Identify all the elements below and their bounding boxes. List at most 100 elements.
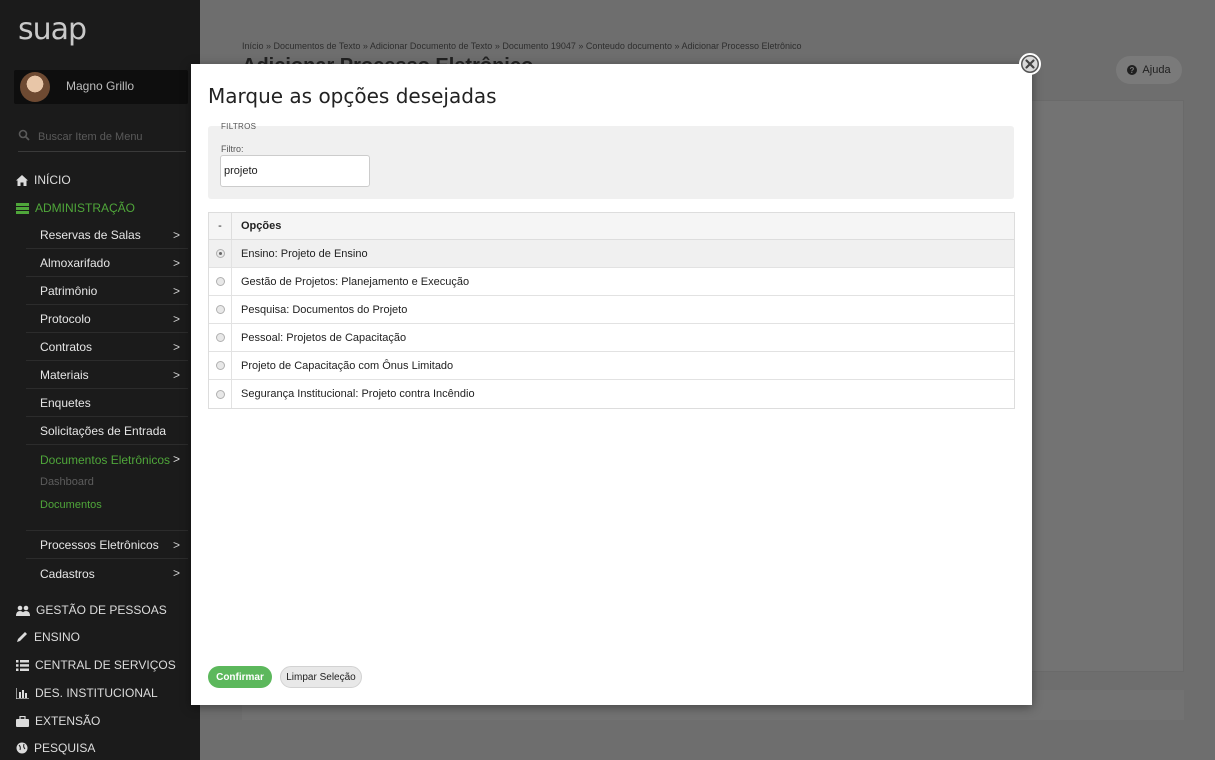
menu-inicio[interactable]: INÍCIO	[16, 170, 71, 190]
menu-search-input[interactable]	[38, 126, 184, 148]
sidebar-item-label: Materiais	[40, 368, 89, 382]
sidebar-item-patrimonio[interactable]: Patrimônio >	[26, 278, 188, 305]
modal-title: Marque as opções desejadas	[208, 84, 497, 108]
sidebar-subitem-documentos[interactable]: Documentos	[40, 499, 102, 511]
radio-cell	[209, 380, 232, 408]
radio-cell	[209, 268, 232, 295]
options-table: - Opções Ensino: Projeto de Ensino Gestã…	[208, 212, 1015, 409]
radio-button[interactable]	[215, 361, 225, 370]
menu-central-de-servicos[interactable]: CENTRAL DE SERVIÇOS	[16, 655, 176, 675]
chevron-right-icon: >	[172, 452, 180, 466]
sidebar-item-protocolo[interactable]: Protocolo >	[26, 306, 188, 333]
sidebar-item-enquetes[interactable]: Enquetes	[26, 390, 188, 417]
option-label: Ensino: Projeto de Ensino	[241, 247, 368, 260]
menu-pesquisa[interactable]: PESQUISA	[16, 738, 95, 758]
menu-ensino-label: ENSINO	[34, 630, 81, 644]
chevron-right-icon: >	[172, 340, 180, 354]
users-icon	[16, 605, 30, 616]
sidebar-item-label: Contratos	[40, 340, 93, 354]
chevron-right-icon: >	[172, 228, 180, 242]
sidebar-item-label: Protocolo	[40, 312, 91, 326]
filters-legend: FILTROS	[221, 122, 257, 131]
menu-administracao-label: ADMINISTRAÇÃO	[35, 201, 136, 215]
table-row[interactable]: Pesquisa: Documentos do Projeto	[209, 296, 1014, 324]
menu-extensao-label: EXTENSÃO	[35, 714, 101, 728]
sidebar-item-materiais[interactable]: Materiais >	[26, 362, 188, 389]
table-row[interactable]: Ensino: Projeto de Ensino	[209, 240, 1014, 268]
chevron-right-icon: >	[172, 368, 180, 382]
radio-cell	[209, 352, 232, 379]
sidebar-subitem-dashboard[interactable]: Dashboard	[40, 476, 94, 488]
radio-button[interactable]	[215, 249, 225, 258]
menu-inicio-label: INÍCIO	[34, 173, 71, 187]
sidebar-item-label: Almoxarifado	[40, 256, 111, 270]
globe-icon	[16, 742, 28, 754]
chevron-right-icon: >	[172, 312, 180, 326]
sidebar-item-processos-eletronicos[interactable]: Processos Eletrônicos >	[26, 532, 188, 559]
sidebar-item-contratos[interactable]: Contratos >	[26, 334, 188, 361]
menu-extensao[interactable]: EXTENSÃO	[16, 711, 100, 731]
list-icon	[16, 659, 29, 671]
search-icon	[18, 129, 30, 141]
radio-cell	[209, 296, 232, 323]
sidebar-item-almoxarifado[interactable]: Almoxarifado >	[26, 250, 188, 277]
home-icon	[16, 174, 28, 186]
user-profile[interactable]: Magno Grillo	[14, 70, 188, 104]
menu-ensino[interactable]: ENSINO	[16, 627, 80, 647]
menu-gestao-de-pessoas[interactable]: GESTÃO DE PESSOAS	[16, 600, 167, 620]
clear-selection-button[interactable]: Limpar Seleção	[280, 666, 362, 688]
radio-button[interactable]	[215, 389, 225, 399]
chevron-right-icon: >	[172, 256, 180, 270]
table-header: - Opções	[209, 213, 1014, 240]
sidebar-item-reservas-de-salas[interactable]: Reservas de Salas >	[26, 222, 188, 249]
sidebar-item-label: Enquetes	[40, 396, 91, 410]
bar-chart-icon	[16, 687, 29, 699]
options-column-header: Opções	[241, 220, 282, 232]
close-icon[interactable]	[1019, 53, 1041, 75]
question-icon: ?	[1127, 65, 1138, 75]
sidebar-item-label: Documentos Eletrônicos	[40, 452, 171, 467]
sidebar-item-documentos-eletronicos[interactable]: Documentos Eletrônicos >	[26, 446, 188, 473]
menu-des-institucional[interactable]: DES. INSTITUCIONAL	[16, 683, 158, 703]
confirm-button[interactable]: Confirmar	[208, 666, 272, 688]
menu-pesquisa-label: PESQUISA	[34, 741, 96, 755]
sidebar-item-label: Cadastros	[40, 566, 95, 581]
table-row[interactable]: Pessoal: Projetos de Capacitação	[209, 324, 1014, 352]
list-icon	[16, 202, 29, 214]
sidebar-item-label: Reservas de Salas	[40, 228, 141, 242]
radio-cell	[209, 324, 232, 351]
radio-cell	[209, 240, 232, 267]
chevron-right-icon: >	[172, 284, 180, 298]
option-label: Pesquisa: Documentos do Projeto	[241, 303, 408, 316]
pencil-icon	[17, 632, 27, 642]
divider	[26, 530, 188, 531]
sidebar-item-label: Solicitações de Entrada	[40, 424, 167, 438]
menu-central-de-servicos-label: CENTRAL DE SERVIÇOS	[35, 658, 176, 672]
avatar	[20, 72, 50, 102]
radio-button[interactable]	[215, 333, 225, 342]
sidebar-item-label: Patrimônio	[40, 284, 98, 298]
table-row[interactable]: Projeto de Capacitação com Ônus Limitado	[209, 352, 1014, 380]
filter-label: Filtro:	[221, 144, 244, 154]
menu-des-institucional-label: DES. INSTITUCIONAL	[35, 686, 158, 700]
help-button[interactable]: ? Ajuda	[1116, 56, 1182, 84]
sidebar-item-solicitacoes-de-entrada[interactable]: Solicitações de Entrada	[26, 418, 188, 445]
menu-administracao[interactable]: ADMINISTRAÇÃO	[16, 198, 135, 218]
help-label: Ajuda	[1142, 64, 1171, 76]
table-row[interactable]: Segurança Institucional: Projeto contra …	[209, 380, 1014, 408]
user-name: Magno Grillo	[66, 79, 135, 93]
table-row[interactable]: Gestão de Projetos: Planejamento e Execu…	[209, 268, 1014, 296]
option-label: Segurança Institucional: Projeto contra …	[241, 388, 475, 400]
menu-gestao-de-pessoas-label: GESTÃO DE PESSOAS	[36, 603, 167, 617]
select-column-header: -	[209, 213, 232, 239]
sidebar-item-cadastros[interactable]: Cadastros >	[26, 560, 188, 587]
option-label: Pessoal: Projetos de Capacitação	[241, 331, 407, 344]
chevron-right-icon: >	[172, 566, 180, 580]
breadcrumb: Início » Documentos de Texto » Adicionar…	[242, 41, 802, 51]
option-label: Projeto de Capacitação com Ônus Limitado	[241, 359, 454, 372]
radio-button[interactable]	[215, 277, 225, 286]
radio-button[interactable]	[215, 305, 225, 314]
app-logo[interactable]: suap	[18, 12, 87, 47]
filter-input[interactable]	[220, 155, 370, 187]
sidebar: suap Magno Grillo INÍCIO ADMINISTRAÇÃO R…	[0, 0, 200, 760]
